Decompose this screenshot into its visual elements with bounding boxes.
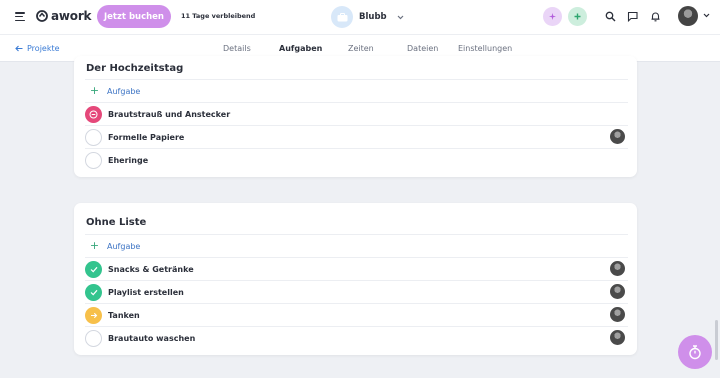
minus-circle-icon	[89, 110, 98, 118]
in-progress-status-icon[interactable]	[85, 306, 102, 324]
task-row[interactable]: Brautauto waschen	[85, 326, 628, 349]
chat-icon[interactable]	[627, 11, 638, 22]
stopwatch-icon	[689, 344, 701, 359]
menu-icon[interactable]	[15, 12, 25, 22]
bell-icon[interactable]	[650, 11, 661, 22]
add-task-label: Aufgabe	[107, 86, 141, 96]
task-name[interactable]: Snacks & Getränke	[108, 265, 194, 274]
ai-sparkle-button[interactable]	[543, 7, 562, 26]
done-status-icon[interactable]	[85, 283, 102, 301]
briefcase-icon	[337, 12, 347, 21]
workspace-avatar	[331, 6, 353, 28]
task-row[interactable]: Eheringe	[85, 148, 628, 171]
open-status-icon[interactable]	[85, 151, 102, 169]
timer-button[interactable]	[678, 335, 712, 369]
plus-icon	[574, 13, 581, 20]
open-status-icon[interactable]	[85, 329, 102, 347]
scrollbar[interactable]	[715, 320, 718, 360]
task-row[interactable]: Snacks & Getränke	[85, 257, 628, 280]
task-row[interactable]: Tanken	[85, 303, 628, 326]
task-list-title: Ohne Liste	[86, 217, 147, 228]
open-status-icon[interactable]	[85, 128, 102, 146]
task-name[interactable]: Tanken	[108, 311, 140, 320]
logo-text: awork	[51, 9, 92, 23]
assignee-avatar[interactable]	[610, 261, 625, 276]
task-name[interactable]: Brautauto waschen	[108, 334, 195, 343]
tab-dateien[interactable]: Dateien	[407, 44, 438, 53]
task-row[interactable]: Brautstrauß und Anstecker	[85, 102, 628, 125]
back-to-projects-link[interactable]: Projekte	[15, 44, 60, 53]
back-link-label: Projekte	[27, 44, 60, 53]
assignee-avatar[interactable]	[610, 330, 625, 345]
tab-zeiten[interactable]: Zeiten	[348, 44, 374, 53]
task-name[interactable]: Formelle Papiere	[108, 133, 184, 142]
task-list-card: Der Hochzeitstag + Aufgabe Brautstrauß u…	[74, 56, 637, 177]
assignee-avatar[interactable]	[610, 307, 625, 322]
task-row[interactable]: Formelle Papiere	[85, 125, 628, 148]
quick-add-button[interactable]	[568, 7, 587, 26]
task-row[interactable]: Playlist erstellen	[85, 280, 628, 303]
book-now-button[interactable]: Jetzt buchen	[97, 5, 171, 28]
tab-details[interactable]: Details	[223, 44, 251, 53]
plus-icon: +	[89, 84, 100, 97]
workspace-name: Blubb	[359, 12, 387, 22]
user-menu-chevron-icon[interactable]	[703, 13, 710, 18]
add-task-label: Aufgabe	[107, 241, 141, 251]
blocked-status-icon[interactable]	[85, 105, 102, 123]
done-status-icon[interactable]	[85, 260, 102, 278]
assignee-avatar[interactable]	[610, 284, 625, 299]
task-name[interactable]: Brautstrauß und Anstecker	[108, 110, 230, 119]
top-bar: awork Jetzt buchen 11 Tage verbleibend B…	[0, 0, 720, 34]
task-name[interactable]: Eheringe	[108, 156, 148, 165]
checkmark-icon	[90, 266, 97, 272]
tab-aufgaben[interactable]: Aufgaben	[279, 44, 322, 53]
add-task-row[interactable]: + Aufgabe	[85, 79, 628, 102]
task-list-title: Der Hochzeitstag	[86, 63, 184, 74]
user-avatar[interactable]	[678, 6, 698, 26]
tab-einstellungen[interactable]: Einstellungen	[458, 44, 512, 53]
workspace-switcher[interactable]: Blubb	[331, 6, 404, 28]
assignee-avatar[interactable]	[610, 129, 625, 144]
search-icon[interactable]	[605, 11, 616, 22]
plus-icon: +	[89, 239, 100, 252]
arrow-right-icon	[90, 312, 97, 318]
task-name[interactable]: Playlist erstellen	[108, 288, 184, 297]
add-task-row[interactable]: + Aufgabe	[85, 234, 628, 257]
awork-logo-icon	[36, 10, 48, 22]
arrow-left-icon	[15, 45, 23, 52]
logo[interactable]: awork	[36, 9, 92, 23]
checkmark-icon	[90, 289, 97, 295]
task-list-card: Ohne Liste + Aufgabe Snacks & Getränke P…	[74, 203, 637, 355]
sparkle-icon	[549, 13, 556, 20]
chevron-down-icon	[397, 15, 404, 19]
trial-remaining-text: 11 Tage verbleibend	[181, 12, 256, 20]
